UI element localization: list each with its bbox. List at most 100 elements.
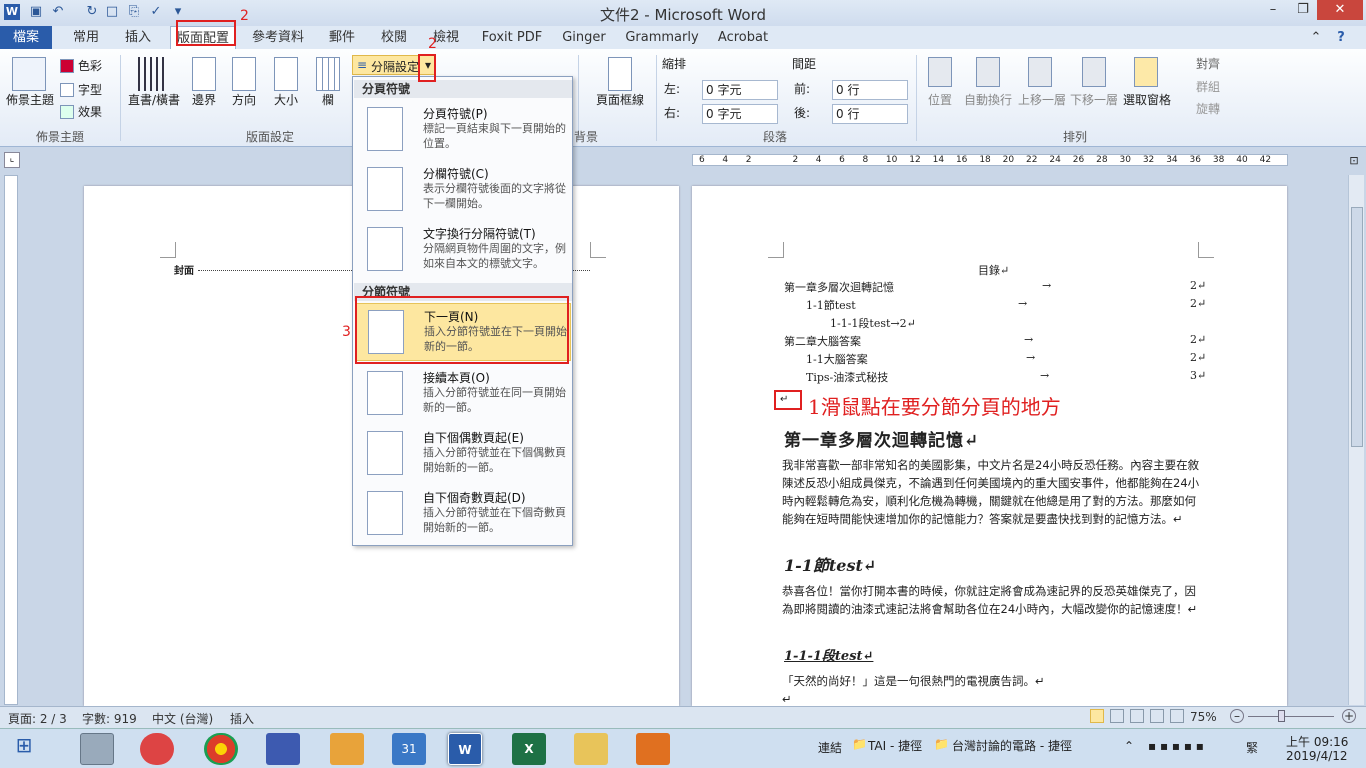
calculator-icon[interactable] xyxy=(80,733,114,765)
size-button[interactable]: 大小 xyxy=(268,93,304,107)
scrollbar-thumb[interactable] xyxy=(1351,207,1363,447)
size-icon xyxy=(274,57,298,91)
forum-shortcut[interactable]: 台灣討論的電路 - 捷徑 xyxy=(952,737,1072,754)
draft-view-icon[interactable] xyxy=(1170,709,1184,723)
body-paragraph[interactable]: 「天然的尚好！」這是一句很熱門的電視廣告詞。↵ xyxy=(782,672,1200,690)
tab-review[interactable]: 校閱 xyxy=(372,26,416,50)
text-direction-button[interactable]: 直書/橫書 xyxy=(124,93,184,107)
minimize-button[interactable]: – xyxy=(1258,0,1288,20)
margins-button[interactable]: 邊界 xyxy=(186,93,222,107)
ruler-tick-label: 34 xyxy=(1166,155,1178,165)
clock-date[interactable]: 2019/4/12 xyxy=(1286,749,1348,763)
menu-item-column-break[interactable]: 分欄符號(C) 表示分欄符號後面的文字將從下一欄開始。 xyxy=(355,161,571,219)
toc-entry[interactable]: 1-1大腦答案 xyxy=(806,351,868,367)
toc-entry[interactable]: 1-1-1段test→2↵ xyxy=(830,315,916,331)
zoom-in-button[interactable]: + xyxy=(1342,709,1356,723)
calendar-icon[interactable]: 31 xyxy=(392,733,426,765)
print-layout-view-icon[interactable] xyxy=(1090,709,1104,723)
word-taskbar-icon[interactable]: W xyxy=(448,733,482,765)
tab-file[interactable]: 檔案 xyxy=(0,26,52,50)
heading-3[interactable]: 1-1-1段test↵ xyxy=(784,645,873,664)
fonts-button[interactable]: 字型 xyxy=(78,83,102,97)
language-indicator[interactable]: 中文 (台灣) xyxy=(152,710,213,727)
page-count[interactable]: 頁面: 2 / 3 xyxy=(8,710,67,727)
wrap-text-button[interactable]: 自動換行 xyxy=(962,93,1014,107)
close-button[interactable]: ✕ xyxy=(1317,0,1363,20)
tai-shortcut[interactable]: TAI - 捷徑 xyxy=(868,737,922,754)
tab-foxit-pdf[interactable]: Foxit PDF xyxy=(478,26,546,50)
tab-selector-icon[interactable]: ⌞ xyxy=(4,152,20,168)
restore-button[interactable]: ❐ xyxy=(1288,0,1318,20)
tray-icons[interactable]: ▪ ▪ ▪ ▪ ▪ xyxy=(1148,739,1204,753)
colors-button[interactable]: 色彩 xyxy=(78,59,102,73)
send-backward-button[interactable]: 下移一層 xyxy=(1068,93,1120,107)
word-count[interactable]: 字數: 919 xyxy=(82,710,137,727)
align-button[interactable]: 對齊 xyxy=(1196,57,1220,71)
menu-item-odd-page[interactable]: 自下個奇數頁起(D) 插入分節符號並在下個奇數頁開始新的一節。 xyxy=(355,485,571,543)
tab-mailings[interactable]: 郵件 xyxy=(320,26,364,50)
body-paragraph[interactable]: 我非常喜歡一部非常知名的美國影集，中文片名是24小時反恐任務。內容主要在敘陳述反… xyxy=(782,456,1200,528)
spacing-before-input[interactable]: 0 行 xyxy=(832,80,908,100)
toc-entry[interactable]: 第二章大腦答案 xyxy=(784,333,861,349)
zoom-out-button[interactable]: – xyxy=(1230,709,1244,723)
bring-forward-button[interactable]: 上移一層 xyxy=(1016,93,1068,107)
tab-home[interactable]: 常用 xyxy=(60,26,112,50)
ime-indicator[interactable]: 緊 xyxy=(1246,739,1258,756)
vertical-ruler[interactable] xyxy=(4,175,18,705)
start-button[interactable]: ⊞ xyxy=(4,733,44,765)
tab-ginger[interactable]: Ginger xyxy=(556,26,612,50)
tab-grammarly[interactable]: Grammarly xyxy=(622,26,702,50)
file-explorer-icon[interactable] xyxy=(574,733,608,765)
media-player-icon[interactable] xyxy=(636,733,670,765)
menu-item-continuous[interactable]: 接續本頁(O) 插入分節符號並在同一頁開始新的一節。 xyxy=(355,365,571,423)
menu-item-page-break[interactable]: 分頁符號(P) 標記一頁結束與下一頁開始的位置。 xyxy=(355,101,571,159)
zoom-slider-thumb[interactable] xyxy=(1278,710,1285,722)
menu-item-text-wrapping-break[interactable]: 文字換行分隔符號(T) 分隔網頁物件周圍的文字，例如來自本文的標號文字。 xyxy=(355,221,571,279)
chrome-icon[interactable] xyxy=(204,733,238,765)
view-ruler-icon[interactable]: ⊡ xyxy=(1346,154,1362,168)
spacing-after-input[interactable]: 0 行 xyxy=(832,104,908,124)
indent-left-label: 左: xyxy=(664,82,681,96)
menu-item-desc: 插入分節符號並在同一頁開始新的一節。 xyxy=(423,386,566,414)
indent-right-input[interactable]: 0 字元 xyxy=(702,104,778,124)
outline-view-icon[interactable] xyxy=(1150,709,1164,723)
web-layout-view-icon[interactable] xyxy=(1130,709,1144,723)
insert-mode[interactable]: 插入 xyxy=(230,710,254,727)
collapse-ribbon-icon[interactable]: ⌃ xyxy=(1306,26,1326,50)
rotate-button[interactable]: 旋轉 xyxy=(1196,102,1220,116)
document-page-right[interactable]: 目錄↵ 第一章多層次迴轉記憶 → 2↵ 1-1節test → 2↵ 1-1-1段… xyxy=(692,186,1287,706)
vertical-scrollbar[interactable] xyxy=(1348,175,1364,705)
clock-time[interactable]: 上午 09:16 xyxy=(1286,733,1348,750)
outlook-icon[interactable] xyxy=(330,733,364,765)
indent-left-input[interactable]: 0 字元 xyxy=(702,80,778,100)
toc-title: 目錄↵ xyxy=(978,264,1010,277)
full-screen-view-icon[interactable] xyxy=(1110,709,1124,723)
zoom-level[interactable]: 75% xyxy=(1190,710,1217,724)
position-button[interactable]: 位置 xyxy=(922,93,958,107)
tab-insert[interactable]: 插入 xyxy=(116,26,160,50)
effects-button[interactable]: 效果 xyxy=(78,105,102,119)
zoom-slider[interactable] xyxy=(1248,716,1334,717)
columns-button[interactable]: 欄 xyxy=(312,93,344,107)
page-borders-button[interactable]: 頁面框線 xyxy=(590,93,650,107)
selection-pane-button[interactable]: 選取窗格 xyxy=(1120,93,1174,107)
tray-arrow-icon[interactable]: ⌃ xyxy=(1124,739,1134,753)
visual-studio-icon[interactable] xyxy=(266,733,300,765)
themes-button[interactable]: 佈景主題 xyxy=(4,93,56,107)
tab-references[interactable]: 參考資料 xyxy=(246,26,310,50)
toolbar-links[interactable]: 連結 xyxy=(818,739,842,756)
heading-2[interactable]: 1-1節test↵ xyxy=(784,552,876,576)
toc-entry[interactable]: Tips-油漆式秘技 xyxy=(806,369,888,385)
toc-entry[interactable]: 第一章多層次迴轉記憶 xyxy=(784,279,894,295)
heading-1[interactable]: 第一章多層次迴轉記憶↵ xyxy=(784,426,979,451)
app-icon[interactable] xyxy=(140,733,174,765)
orientation-button[interactable]: 方向 xyxy=(226,93,262,107)
menu-item-even-page[interactable]: 自下個偶數頁起(E) 插入分節符號並在下個偶數頁開始新的一節。 xyxy=(355,425,571,483)
tab-acrobat[interactable]: Acrobat xyxy=(712,26,774,50)
horizontal-ruler[interactable]: 6 4 2 2 4 6 8 10 12 14 16 18 20 22 24 26 28 30 32 34 36 38 40 4… xyxy=(692,154,1288,166)
group-objects-button[interactable]: 群組 xyxy=(1196,80,1220,94)
body-paragraph[interactable]: 恭喜各位！當你打開本書的時候，你就註定將會成為速記界的反恐英雄傑克了，因為即將閱… xyxy=(782,582,1200,618)
excel-icon[interactable]: X xyxy=(512,733,546,765)
help-icon[interactable]: ? xyxy=(1326,26,1356,50)
toc-entry[interactable]: 1-1節test xyxy=(806,297,856,313)
